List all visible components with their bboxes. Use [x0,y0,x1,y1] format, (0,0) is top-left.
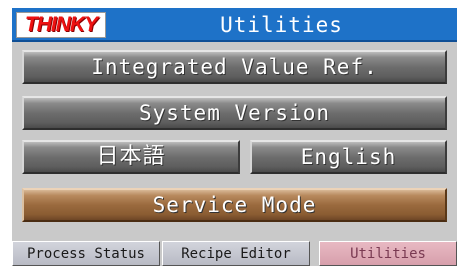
thinky-logo: THINKY [16,12,106,38]
bottom-tab-bar: Process Status Recipe Editor Utilities [12,241,457,266]
title-bar: THINKY Utilities [12,8,457,42]
tab-recipe-editor[interactable]: Recipe Editor [162,241,310,266]
integrated-value-ref-button[interactable]: Integrated Value Ref. [22,50,447,84]
japanese-language-button[interactable]: 日本語 [22,140,240,174]
screen-title: Utilities [220,13,343,37]
tab-process-status[interactable]: Process Status [12,241,160,266]
english-language-button[interactable]: English [250,140,447,174]
tab-utilities[interactable]: Utilities [319,241,457,266]
utilities-screen: THINKY Utilities Integrated Value Ref. S… [12,8,457,266]
service-mode-button[interactable]: Service Mode [22,188,447,222]
system-version-button[interactable]: System Version [22,96,447,130]
